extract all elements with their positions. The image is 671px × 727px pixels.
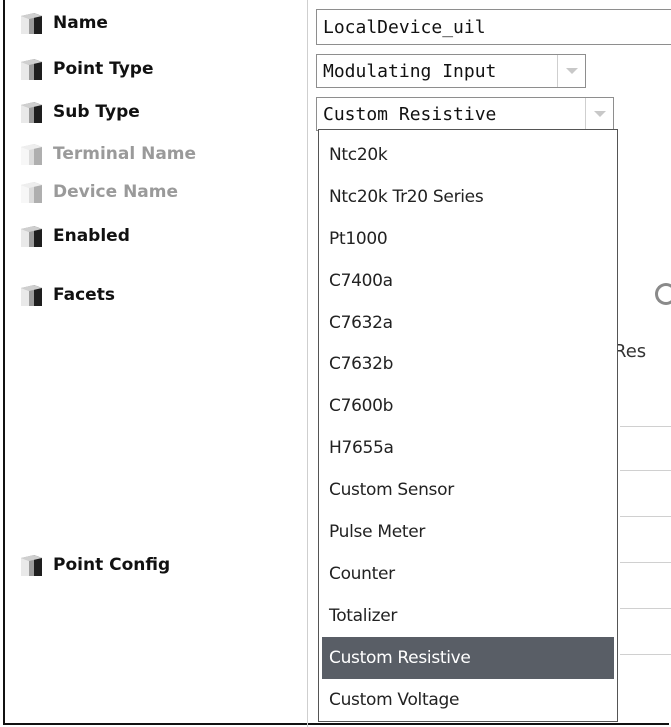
sub-type-dropdown-list[interactable]: Ntc20k Ntc20k Tr20 Series Pt1000 C7400a … xyxy=(318,129,618,722)
dropdown-option-pulse-meter[interactable]: Pulse Meter xyxy=(319,511,617,553)
dropdown-option-pt1000[interactable]: Pt1000 xyxy=(319,218,617,260)
dropdown-option-counter[interactable]: Counter xyxy=(319,553,617,595)
property-label-enabled: Enabled xyxy=(53,226,130,246)
dropdown-option-custom-voltage[interactable]: Custom Voltage xyxy=(319,679,617,721)
dropdown-option-c7632a[interactable]: C7632a xyxy=(319,302,617,344)
dropdown-option-c7632b[interactable]: C7632b xyxy=(319,343,617,385)
sub-type-select[interactable]: Custom Resistive xyxy=(316,97,614,131)
background-grid-line xyxy=(620,516,671,517)
point-type-select-value: Modulating Input xyxy=(323,60,497,82)
property-label-point-config: Point Config xyxy=(53,555,171,575)
property-row-point-type[interactable]: Point Type xyxy=(18,55,153,83)
cube-slot-icon xyxy=(21,102,42,123)
dropdown-option-totalizer[interactable]: Totalizer xyxy=(319,595,617,637)
property-row-enabled[interactable]: Enabled xyxy=(18,222,130,250)
property-label-sub-type: Sub Type xyxy=(53,102,140,122)
background-grid-line xyxy=(620,426,671,427)
cube-slot-icon xyxy=(21,226,42,247)
cube-slot-icon xyxy=(21,285,42,306)
dropdown-option-c7600b[interactable]: C7600b xyxy=(319,385,617,427)
dropdown-option-custom-sensor[interactable]: Custom Sensor xyxy=(319,469,617,511)
column-divider xyxy=(307,0,308,727)
property-row-terminal-name: Terminal Name xyxy=(18,140,196,168)
property-row-facets[interactable]: Facets xyxy=(18,281,115,309)
name-input[interactable]: LocalDevice_uil xyxy=(316,9,671,45)
property-row-sub-type[interactable]: Sub Type xyxy=(18,98,140,126)
property-row-name[interactable]: Name xyxy=(18,9,108,37)
cube-slot-icon xyxy=(21,13,42,34)
cube-slot-icon xyxy=(21,59,42,80)
chevron-down-icon[interactable] xyxy=(557,55,585,87)
property-label-device-name: Device Name xyxy=(53,182,179,202)
cube-slot-icon xyxy=(21,144,42,165)
point-type-select[interactable]: Modulating Input xyxy=(316,54,586,88)
background-grid-line xyxy=(620,608,671,609)
property-label-point-type: Point Type xyxy=(53,59,154,79)
cube-slot-icon xyxy=(21,182,42,203)
sub-type-select-value: Custom Resistive xyxy=(323,103,497,125)
background-grid-line xyxy=(620,562,671,563)
chevron-down-icon[interactable] xyxy=(585,98,613,130)
property-row-device-name: Device Name xyxy=(18,178,178,206)
background-grid-line xyxy=(620,654,671,655)
spinner-icon xyxy=(655,283,671,305)
cube-slot-icon xyxy=(21,555,42,576)
dropdown-option-ntc20k[interactable]: Ntc20k xyxy=(319,134,617,176)
name-input-value: LocalDevice_uil xyxy=(323,16,486,38)
background-grid-line xyxy=(620,470,671,471)
property-label-facets: Facets xyxy=(53,285,115,305)
dropdown-option-c7400a[interactable]: C7400a xyxy=(319,260,617,302)
property-row-point-config[interactable]: Point Config xyxy=(18,551,170,579)
dropdown-option-h7655a[interactable]: H7655a xyxy=(319,427,617,469)
background-partial-label: Res xyxy=(614,341,647,362)
property-label-name: Name xyxy=(53,13,108,33)
dropdown-option-custom-resistive[interactable]: Custom Resistive xyxy=(322,636,614,679)
property-label-terminal-name: Terminal Name xyxy=(53,144,197,164)
dropdown-option-ntc20k-tr20-series[interactable]: Ntc20k Tr20 Series xyxy=(319,176,617,218)
